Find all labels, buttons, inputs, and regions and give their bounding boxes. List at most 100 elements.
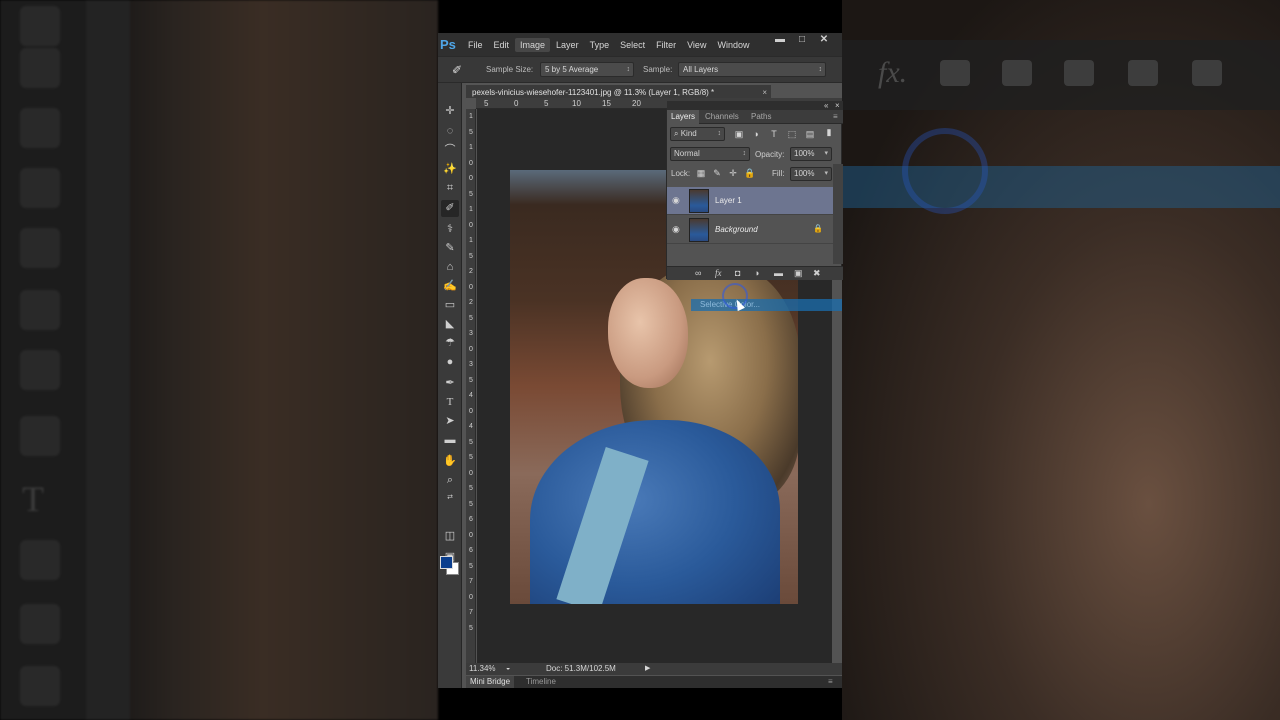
opacity-field[interactable]: 100% ▾	[790, 147, 832, 161]
layers-scrollbar[interactable]	[833, 164, 843, 264]
link-layers-icon[interactable]: ∞	[695, 268, 701, 278]
filter-pixel-icon[interactable]: ▣	[734, 129, 744, 140]
opacity-value: 100%	[794, 149, 815, 158]
swap-colors-icon[interactable]: ⇄	[441, 489, 459, 506]
crop-tool-icon[interactable]: ⌗	[441, 180, 459, 197]
new-group-icon[interactable]: ▬	[774, 268, 783, 278]
ruler-v-tick: 2	[469, 268, 473, 275]
document-tab[interactable]: pexels-vinicius-wiesehofer-1123401.jpg @…	[466, 83, 771, 98]
blur-tool-icon[interactable]: ☂	[441, 335, 459, 352]
panel-options-icon[interactable]: ≡	[829, 110, 842, 124]
type-tool-icon[interactable]: T	[441, 394, 459, 411]
filter-smart-object-icon[interactable]: ▤	[805, 129, 815, 140]
fill-value: 100%	[794, 169, 815, 178]
layer-row-layer-1[interactable]: ◉ Layer 1	[667, 187, 833, 215]
visibility-eye-icon[interactable]: ◉	[672, 195, 680, 206]
panel-header: « ×	[667, 101, 843, 110]
ruler-v-tick: 5	[469, 252, 473, 260]
blend-mode-value: Normal	[674, 149, 700, 158]
menu-image[interactable]: Image	[515, 37, 551, 52]
ruler-v-tick: 5	[469, 438, 473, 446]
ruler-v-tick: 5	[469, 624, 473, 632]
backdrop-stamp-icon	[20, 48, 60, 88]
backdrop-brush-icon	[20, 6, 60, 46]
vertical-ruler[interactable]: 1510051015202530354045505560657075	[466, 109, 476, 663]
add-mask-icon[interactable]: ◘	[735, 268, 740, 278]
maximize-button[interactable]: □	[790, 33, 814, 48]
quick-mask-icon[interactable]: ◫	[441, 528, 459, 545]
clone-stamp-tool-icon[interactable]: ⌂	[441, 259, 459, 276]
status-bar: 11.34% ◒ Doc: 51.3M/102.5M ▶	[466, 663, 842, 675]
minimize-button[interactable]: ▬	[768, 33, 792, 48]
tab-mini-bridge[interactable]: Mini Bridge	[466, 676, 515, 688]
lasso-tool-icon[interactable]: ⌒	[441, 142, 459, 159]
collapse-panel-icon[interactable]: «	[824, 101, 828, 110]
ps-logo: Ps	[440, 37, 456, 52]
lock-image-icon[interactable]: ✎	[712, 168, 722, 179]
panel-menu-icon[interactable]: ≡	[824, 676, 837, 688]
status-menu-arrow-icon[interactable]: ▶	[645, 663, 650, 675]
menu-window[interactable]: Window	[712, 38, 754, 52]
photo-face	[608, 278, 688, 388]
dodge-tool-icon[interactable]: ●	[441, 354, 459, 371]
sample-select[interactable]: All Layers ↕	[678, 62, 826, 77]
history-brush-tool-icon[interactable]: ✍	[441, 278, 459, 295]
close-panel-icon[interactable]: ×	[835, 101, 840, 110]
panel-tabs: Layers Channels Paths ≡	[667, 110, 843, 124]
new-layer-icon[interactable]: ▣	[794, 268, 803, 279]
lock-transparent-icon[interactable]: ▦	[696, 168, 706, 179]
eyedropper-tool-icon[interactable]: ✐	[441, 200, 459, 217]
menu-select[interactable]: Select	[615, 38, 650, 52]
fill-field[interactable]: 100% ▾	[790, 167, 832, 181]
trash-icon[interactable]: ✖	[813, 268, 821, 279]
status-info-icon[interactable]: ◒	[506, 663, 510, 675]
lock-position-icon[interactable]: ✛	[728, 168, 738, 179]
menu-type[interactable]: Type	[585, 38, 615, 52]
move-tool-icon[interactable]: ✛	[441, 103, 459, 120]
close-window-button[interactable]: ✕	[812, 33, 836, 48]
path-selection-tool-icon[interactable]: ➤	[441, 413, 459, 430]
adjustment-layer-icon[interactable]: ◑	[754, 268, 759, 278]
fx-icon[interactable]: fx	[715, 268, 722, 278]
eyedropper-icon[interactable]: ✐	[452, 63, 468, 77]
zoom-tool-icon[interactable]: ⌕	[441, 472, 459, 489]
rectangle-tool-icon[interactable]: ▬	[441, 432, 459, 449]
tab-channels[interactable]: Channels	[701, 110, 743, 124]
foreground-color-swatch[interactable]	[440, 556, 453, 569]
healing-brush-tool-icon[interactable]: ⚕	[441, 221, 459, 238]
backdrop-ruler	[86, 0, 130, 720]
brush-tool-icon[interactable]: ✎	[441, 240, 459, 257]
menu-layer[interactable]: Layer	[551, 38, 584, 52]
hand-tool-icon[interactable]: ✋	[441, 453, 459, 470]
filter-kind-select[interactable]: ⌕ Kind ↕	[670, 127, 725, 141]
blend-mode-select[interactable]: Normal ↕	[670, 147, 750, 161]
doc-size: Doc: 51.3M/102.5M	[546, 664, 616, 673]
menu-edit[interactable]: Edit	[489, 38, 515, 52]
tab-layers[interactable]: Layers	[667, 110, 700, 124]
options-bar: ✐ Sample Size: 5 by 5 Average ↕ Sample: …	[438, 56, 842, 83]
filter-type-icon[interactable]: T	[769, 129, 779, 139]
visibility-eye-icon[interactable]: ◉	[672, 224, 680, 235]
menu-view[interactable]: View	[682, 38, 711, 52]
paint-bucket-tool-icon[interactable]: ◣	[441, 316, 459, 333]
eraser-tool-icon[interactable]: ▭	[441, 297, 459, 314]
menu-file[interactable]: File	[463, 38, 488, 52]
marquee-tool-icon[interactable]: ◌	[441, 123, 459, 140]
layer-row-background[interactable]: ◉ Background 🔒	[667, 216, 833, 244]
magic-wand-tool-icon[interactable]: ✨	[441, 161, 459, 178]
ruler-v-tick: 5	[469, 314, 473, 322]
filter-toggle-icon[interactable]: ▮	[824, 127, 834, 138]
pen-tool-icon[interactable]: ✒	[441, 375, 459, 392]
chevron-updown-icon: ↕	[742, 150, 747, 157]
tab-paths[interactable]: Paths	[747, 110, 775, 124]
lock-label: Lock:	[671, 169, 691, 178]
filter-shape-icon[interactable]: ⬚	[787, 129, 797, 140]
lock-all-icon[interactable]: 🔒	[744, 168, 755, 179]
layer-thumbnail	[689, 189, 709, 213]
filter-adjustment-icon[interactable]: ◑	[751, 129, 761, 139]
tab-timeline[interactable]: Timeline	[522, 676, 560, 688]
layer-thumbnail	[689, 218, 709, 242]
sample-size-select[interactable]: 5 by 5 Average ↕	[540, 62, 634, 77]
menu-filter[interactable]: Filter	[651, 38, 681, 52]
zoom-level[interactable]: 11.34%	[469, 663, 496, 675]
